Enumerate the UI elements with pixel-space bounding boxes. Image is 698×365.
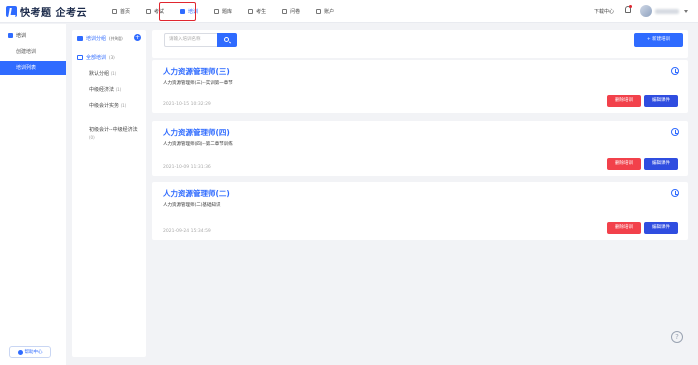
nav-account[interactable]: 账户 [308, 0, 342, 23]
card-desc: 人力资源管理师(三)--实训第一章节 [163, 81, 233, 86]
nav-question-bank[interactable]: 题库 [206, 0, 240, 23]
category-total: (共9组) [109, 35, 123, 41]
nav-label: 题库 [222, 9, 233, 15]
nav-label: 账户 [324, 9, 335, 15]
sidebar-group-training: 培训 [8, 32, 26, 39]
nav-label: 考生 [256, 9, 267, 15]
highlight-box [159, 2, 196, 21]
edit-courseware-button[interactable]: 编辑课件 [644, 222, 678, 234]
chevron-down-icon[interactable] [684, 10, 688, 13]
search-input[interactable]: 请输入培训名称 [164, 33, 222, 47]
exam-icon [146, 9, 152, 14]
sidebar-item-training-list[interactable]: 培训列表 [0, 61, 66, 75]
category-item[interactable]: 初级会计--中级经济法 (0) [89, 126, 143, 142]
category-item[interactable]: 中级会计实务 (1) [89, 102, 143, 110]
category-item-label: 默认分组 [89, 71, 110, 77]
training-icon [8, 33, 13, 38]
category-all-label: 全部培训 [86, 55, 107, 61]
candidate-icon [248, 9, 254, 14]
clock-icon[interactable] [671, 128, 679, 136]
nav-label: 问卷 [290, 9, 301, 15]
folder-open-icon [77, 55, 83, 60]
card-title[interactable]: 人力资源管理师(四) [163, 127, 230, 138]
search-icon [224, 37, 229, 42]
folder-icon [77, 36, 83, 41]
category-item-count: (1) [115, 87, 122, 92]
logo-icon [6, 6, 17, 17]
category-item-label: 中级会计实务 [89, 103, 120, 109]
new-training-button[interactable]: + 新建培训 [634, 33, 683, 47]
card-time: 2021-10-15 10:32:29 [163, 102, 211, 107]
nav-label: 首页 [120, 9, 131, 15]
logo-text: 快考题 企考云 [20, 8, 87, 19]
username-blurred[interactable] [655, 9, 679, 14]
question-bank-icon [214, 9, 220, 14]
edit-courseware-button[interactable]: 编辑课件 [644, 95, 678, 107]
download-center-link[interactable]: 下载中心 [594, 8, 614, 15]
nav-home[interactable]: 首页 [104, 0, 138, 23]
category-panel: 培训分组 (共9组) 全部培训 (3) 默认分组 (1) 中级经济法 (1) 中… [72, 30, 146, 357]
category-header: 培训分组 (共9组) [77, 35, 123, 42]
sidebar: 培训 创建培训 培训列表 帮助中心 [0, 24, 66, 365]
survey-icon [282, 9, 288, 14]
help-center-button[interactable]: 帮助中心 [9, 346, 51, 358]
main-nav: 首页 考试 培训 题库 考生 问卷 账户 [104, 0, 342, 23]
category-item-count: (0) [89, 135, 95, 140]
category-item-label: 中级经济法 [89, 87, 115, 93]
category-item[interactable]: 中级经济法 (1) [89, 86, 143, 94]
delete-training-button[interactable]: 删除培训 [607, 158, 641, 170]
card-desc: 人力资源管理师(二)基础知识 [163, 203, 221, 208]
search-button[interactable] [217, 33, 237, 47]
logo[interactable]: 快考题 企考云 [6, 5, 87, 19]
clock-icon[interactable] [671, 67, 679, 75]
edit-courseware-button[interactable]: 编辑课件 [644, 158, 678, 170]
card-time: 2021-10-09 11:31:36 [163, 165, 211, 170]
training-card[interactable]: 人力资源管理师(二) 人力资源管理师(二)基础知识 2021-09-24 15:… [152, 182, 688, 240]
card-title[interactable]: 人力资源管理师(三) [163, 66, 230, 77]
account-icon [316, 9, 322, 14]
sidebar-item-create-training[interactable]: 创建培训 [16, 48, 36, 55]
home-icon [112, 9, 117, 14]
help-icon [17, 349, 23, 355]
help-question-icon[interactable]: ? [671, 331, 683, 343]
top-bar: 快考题 企考云 首页 考试 培训 题库 考生 问卷 账户 下载中心 [0, 0, 698, 23]
category-all-count: (3) [109, 55, 115, 60]
nav-candidate[interactable]: 考生 [240, 0, 274, 23]
category-item[interactable]: 默认分组 (1) [89, 70, 143, 78]
card-desc: 人力资源管理师(四)--第二章节训练 [163, 142, 233, 147]
delete-training-button[interactable]: 删除培训 [607, 222, 641, 234]
training-card[interactable]: 人力资源管理师(四) 人力资源管理师(四)--第二章节训练 2021-10-09… [152, 121, 688, 176]
delete-training-button[interactable]: 删除培训 [607, 95, 641, 107]
add-category-button[interactable]: + [134, 34, 141, 41]
sidebar-group-label: 培训 [16, 33, 27, 39]
category-item-label: 初级会计--中级经济法 [89, 127, 138, 133]
category-item-count: (1) [120, 103, 127, 108]
avatar[interactable] [640, 5, 652, 17]
card-title[interactable]: 人力资源管理师(二) [163, 188, 230, 199]
clock-icon[interactable] [671, 189, 679, 197]
training-card[interactable]: 人力资源管理师(三) 人力资源管理师(三)--实训第一章节 2021-10-15… [152, 60, 688, 113]
category-item-count: (1) [110, 71, 117, 76]
notification-dot [629, 5, 632, 8]
card-time: 2021-09-24 15:34:59 [163, 229, 211, 234]
category-all[interactable]: 全部培训 (3) [77, 54, 115, 61]
help-center-label: 帮助中心 [24, 350, 43, 355]
category-title: 培训分组 [86, 36, 107, 42]
nav-survey[interactable]: 问卷 [274, 0, 308, 23]
